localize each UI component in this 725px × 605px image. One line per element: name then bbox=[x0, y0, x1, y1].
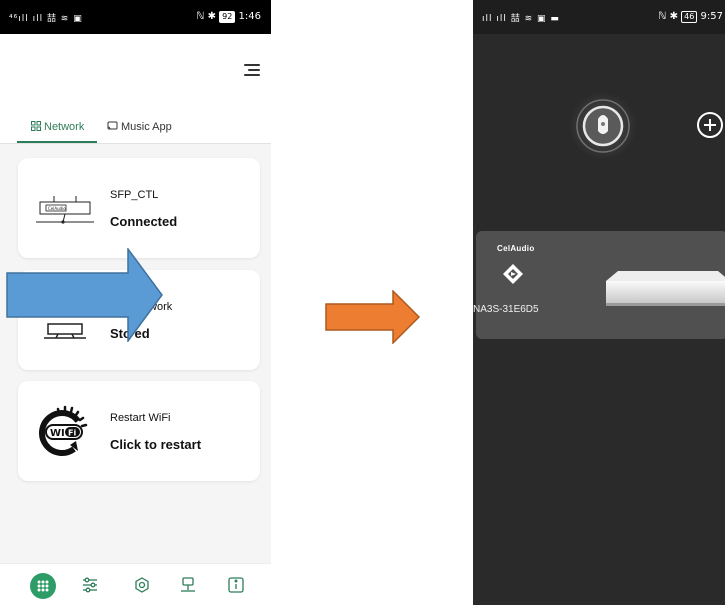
device-image bbox=[606, 271, 725, 306]
tab-network[interactable]: Network bbox=[31, 121, 84, 133]
device-card[interactable]: CelAudio NA3S-31E6D5 bbox=[473, 231, 725, 339]
info-icon[interactable] bbox=[226, 575, 250, 599]
device-brand-mini: CelAudio bbox=[48, 206, 66, 211]
card-title: Restart WiFi bbox=[110, 412, 171, 424]
status-bar: ıll ıll 喆 ≋ ▣ ▬ ℕ ✱ 46 9:57 bbox=[473, 0, 725, 34]
phone-screen-device-list: ıll ıll 喆 ≋ ▣ ▬ ℕ ✱ 46 9:57 CelAudio NA3… bbox=[473, 0, 725, 605]
status-time: 9:57 bbox=[700, 11, 723, 22]
celaudio-logo-icon bbox=[503, 264, 523, 284]
card-title: SFP_CTL bbox=[110, 189, 159, 201]
status-signal-icons: ⁴⁶ıll ıll 喆 ≋ ▣ bbox=[9, 14, 83, 24]
status-bar: ⁴⁶ıll ıll 喆 ≋ ▣ ℕ ✱ 92 1:46 bbox=[0, 0, 271, 34]
wifi-restart-icon: WI Fi bbox=[39, 405, 88, 456]
home-grid-icon[interactable] bbox=[30, 573, 56, 599]
sliders-icon[interactable] bbox=[80, 575, 104, 599]
status-signal-icons: ıll ıll 喆 ≋ ▣ ▬ bbox=[482, 14, 560, 24]
bottom-nav bbox=[0, 563, 271, 605]
menu-icon[interactable] bbox=[244, 64, 260, 76]
nfc-bluetooth-icon: ℕ ✱ bbox=[196, 11, 216, 22]
grid-icon bbox=[31, 121, 41, 131]
tab-network-label: Network bbox=[44, 121, 85, 133]
status-time: 1:46 bbox=[238, 11, 261, 22]
card-status: Connected bbox=[110, 214, 178, 229]
arrow-right-icon bbox=[6, 248, 163, 342]
arrow-right-icon bbox=[325, 290, 421, 344]
tab-divider bbox=[0, 143, 271, 144]
device-card-sfp-ctl[interactable]: CelAudio SFP_CTL Connected bbox=[18, 158, 260, 258]
status-right: ℕ ✱ 46 9:57 bbox=[658, 11, 723, 23]
network-icon[interactable] bbox=[178, 575, 202, 599]
device-icon: CelAudio bbox=[36, 196, 94, 224]
svg-text:Fi: Fi bbox=[68, 429, 76, 438]
settings-icon[interactable] bbox=[132, 575, 156, 599]
svg-text:WI: WI bbox=[50, 428, 65, 439]
cast-icon bbox=[107, 121, 118, 130]
device-id: NA3S-31E6D5 bbox=[473, 304, 539, 315]
restart-wifi-card[interactable]: WI Fi Restart WiFi Click to restart bbox=[18, 381, 260, 481]
battery-icon: 46 bbox=[681, 11, 698, 23]
nfc-bluetooth-icon: ℕ ✱ bbox=[658, 11, 678, 22]
tab-music-app[interactable]: Music App bbox=[107, 121, 172, 133]
battery-icon: 92 bbox=[219, 11, 236, 23]
status-right: ℕ ✱ 92 1:46 bbox=[196, 11, 261, 23]
tab-music-label: Music App bbox=[121, 121, 172, 133]
card-action: Click to restart bbox=[110, 437, 202, 452]
add-device-button[interactable] bbox=[697, 112, 723, 138]
scan-button[interactable] bbox=[568, 91, 638, 161]
tab-bar: Network Music App bbox=[0, 118, 271, 144]
device-brand: CelAudio bbox=[497, 244, 535, 253]
